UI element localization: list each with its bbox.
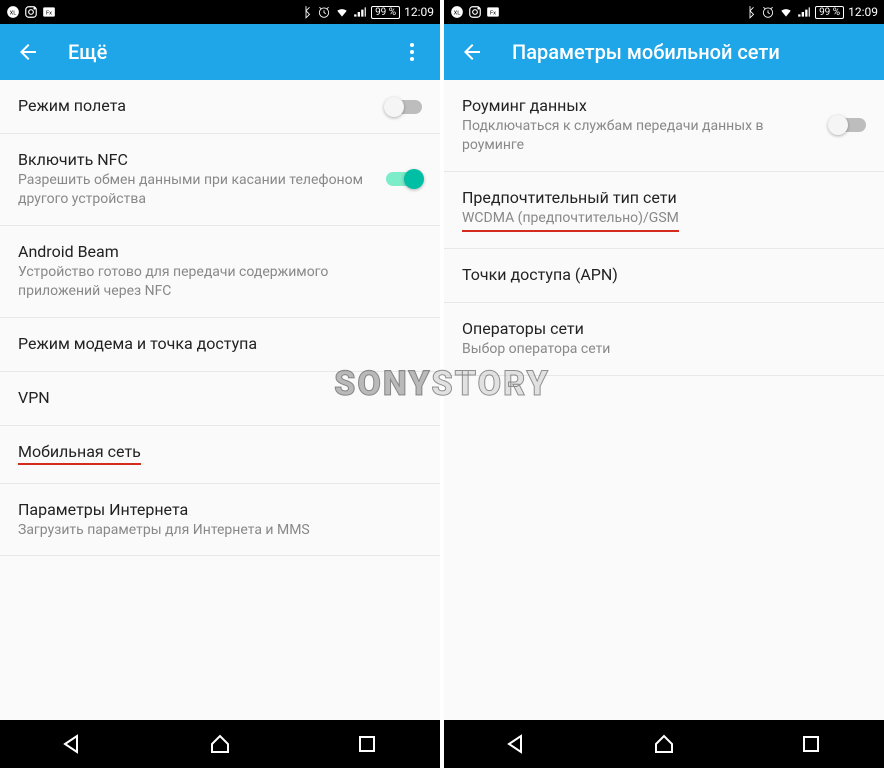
alarm-icon (317, 5, 331, 19)
nav-home-button[interactable] (652, 732, 676, 756)
setting-subtitle: Подключаться к службам передачи данных в… (462, 117, 818, 155)
setting-title: Параметры Интернета (18, 500, 410, 519)
setting-mobile-network[interactable]: Мобильная сеть (0, 426, 440, 484)
setting-apn[interactable]: Точки доступа (APN) (444, 249, 884, 303)
battery-indicator: 99 % (371, 6, 400, 19)
setting-airplane-mode[interactable]: Режим полета (0, 80, 440, 134)
signal-icon (353, 5, 367, 19)
clock: 12:09 (848, 5, 878, 19)
setting-subtitle: Загрузить параметры для Интернета и MMS (18, 521, 410, 540)
wifi-icon (779, 5, 793, 19)
svg-text:XL: XL (10, 10, 17, 16)
nav-home-button[interactable] (208, 732, 232, 756)
setting-preferred-network-type[interactable]: Предпочтительный тип сети WCDMA (предпоч… (444, 172, 884, 249)
xl-icon: XL (6, 5, 20, 19)
setting-title: Мобильная сеть (18, 442, 410, 465)
status-bar: XL Fx 99 % 12:09 (444, 0, 884, 24)
wifi-icon (335, 5, 349, 19)
setting-subtitle: Выбор оператора сети (462, 340, 854, 359)
phone-left: XL Fx 99 % 12:09 Ещё Режим полета (0, 0, 440, 768)
setting-title: VPN (18, 388, 410, 407)
clock: 12:09 (404, 5, 434, 19)
svg-text:Fx: Fx (490, 10, 496, 16)
app-bar: Параметры мобильной сети (444, 24, 884, 80)
toggle-airplane[interactable] (386, 100, 422, 114)
nav-bar (444, 720, 884, 768)
setting-title: Режим модема и точка доступа (18, 334, 410, 353)
nav-back-button[interactable] (61, 732, 85, 756)
back-button[interactable] (460, 40, 484, 64)
toggle-nfc[interactable] (386, 172, 422, 186)
setting-title: Режим полета (18, 96, 374, 115)
setting-vpn[interactable]: VPN (0, 372, 440, 426)
phone-right: XL Fx 99 % 12:09 Параметры мобильной сет… (444, 0, 884, 768)
svg-text:XL: XL (454, 10, 461, 16)
setting-nfc[interactable]: Включить NFC Разрешить обмен данными при… (0, 134, 440, 226)
back-button[interactable] (16, 40, 40, 64)
instagram-icon (24, 5, 38, 19)
signal-icon (797, 5, 811, 19)
setting-tethering[interactable]: Режим модема и точка доступа (0, 318, 440, 372)
setting-data-roaming[interactable]: Роуминг данных Подключаться к службам пе… (444, 80, 884, 172)
settings-list: Режим полета Включить NFC Разрешить обме… (0, 80, 440, 720)
fx-icon: Fx (42, 5, 56, 19)
setting-title: Android Beam (18, 242, 410, 261)
nav-back-button[interactable] (505, 732, 529, 756)
page-title: Ещё (68, 40, 400, 64)
setting-title: Роуминг данных (462, 96, 818, 115)
page-title: Параметры мобильной сети (512, 40, 868, 64)
toggle-roaming[interactable] (830, 118, 866, 132)
setting-network-operators[interactable]: Операторы сети Выбор оператора сети (444, 303, 884, 376)
alarm-icon (761, 5, 775, 19)
setting-title: Предпочтительный тип сети (462, 188, 854, 207)
setting-title: Операторы сети (462, 319, 854, 338)
setting-subtitle: WCDMA (предпочтительно)/GSM (462, 209, 854, 232)
svg-text:Fx: Fx (46, 10, 52, 16)
setting-subtitle: Разрешить обмен данными при касании теле… (18, 171, 374, 209)
battery-indicator: 99 % (815, 6, 844, 19)
setting-title: Включить NFC (18, 150, 374, 169)
settings-list: Роуминг данных Подключаться к службам пе… (444, 80, 884, 720)
status-bar: XL Fx 99 % 12:09 (0, 0, 440, 24)
fx-icon: Fx (486, 5, 500, 19)
app-bar: Ещё (0, 24, 440, 80)
nav-recent-button[interactable] (799, 732, 823, 756)
setting-subtitle: Устройство готово для передачи содержимо… (18, 263, 410, 301)
xl-icon: XL (450, 5, 464, 19)
bluetooth-icon (743, 5, 757, 19)
setting-internet-params[interactable]: Параметры Интернета Загрузить параметры … (0, 484, 440, 557)
nav-recent-button[interactable] (355, 732, 379, 756)
setting-title: Точки доступа (APN) (462, 265, 854, 284)
overflow-menu-button[interactable] (400, 40, 424, 64)
nav-bar (0, 720, 440, 768)
instagram-icon (468, 5, 482, 19)
setting-android-beam[interactable]: Android Beam Устройство готово для перед… (0, 226, 440, 318)
bluetooth-icon (299, 5, 313, 19)
